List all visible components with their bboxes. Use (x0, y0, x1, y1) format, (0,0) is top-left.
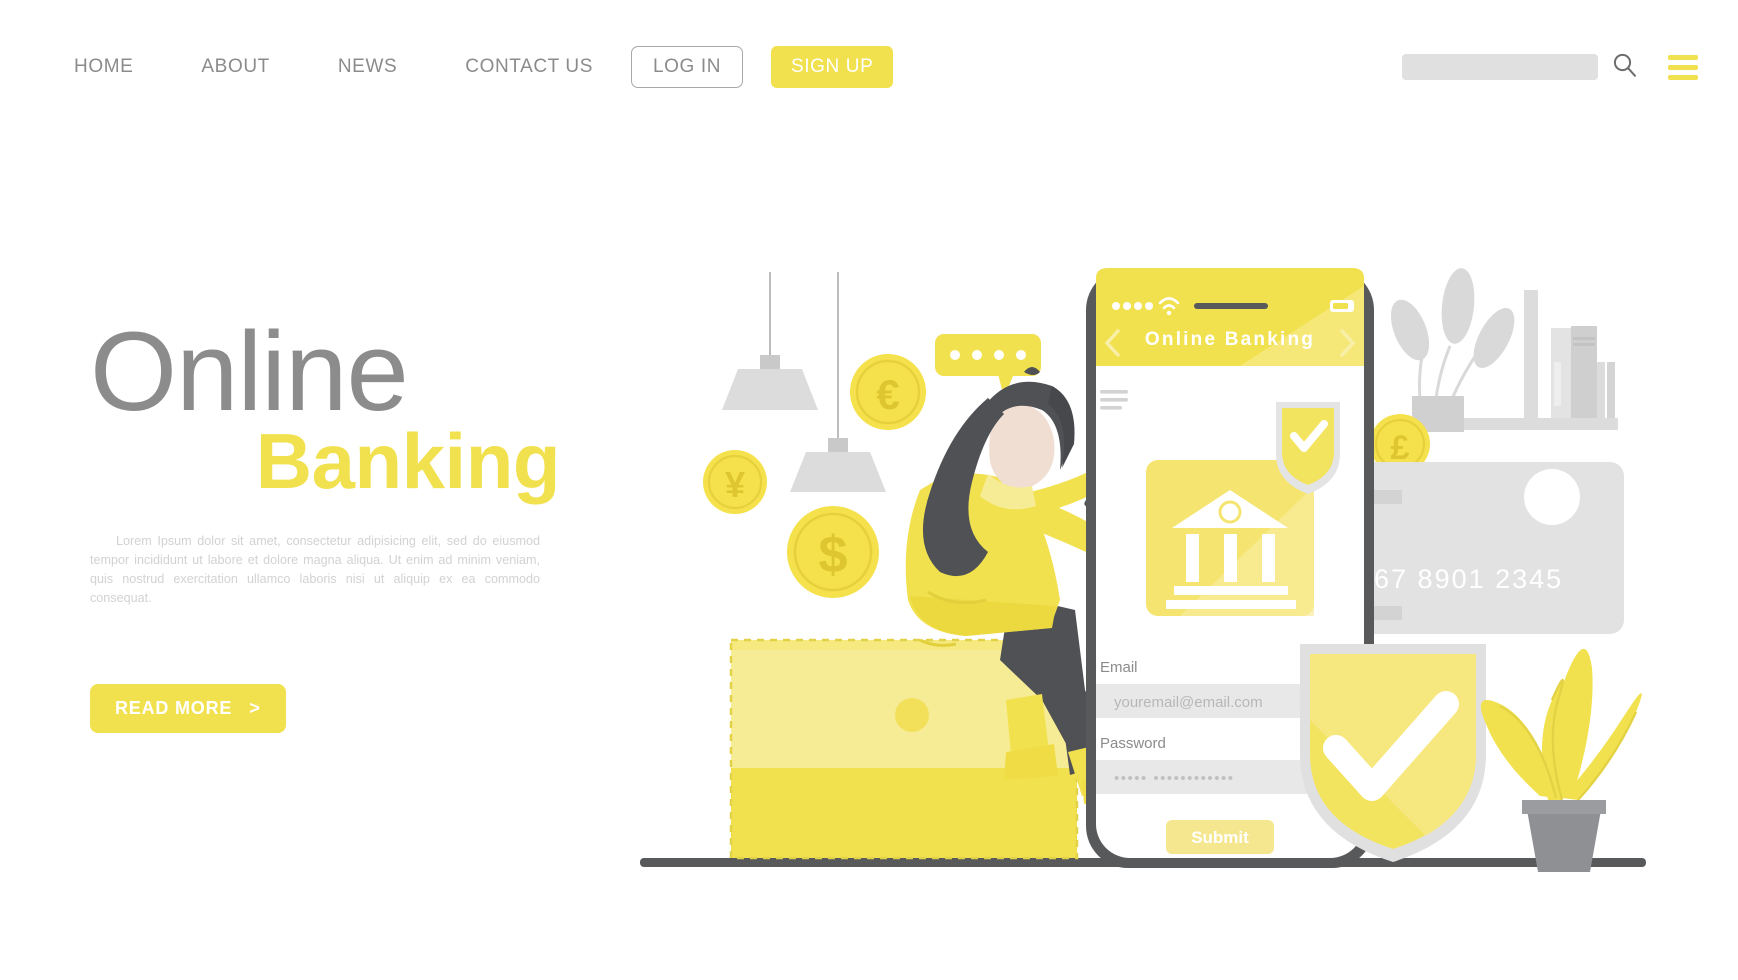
wifi-icon (1158, 297, 1180, 316)
coin-dollar: $ (787, 506, 879, 598)
background-potted-plant-icon (1390, 268, 1515, 432)
potted-plant-icon (1480, 648, 1642, 872)
read-more-label: READ MORE (115, 698, 233, 719)
chevron-right-icon (1340, 329, 1356, 357)
page-title-line1: Online (90, 309, 409, 434)
svg-text:£: £ (1391, 429, 1410, 467)
hero-paragraph: Lorem Ipsum dolor sit amet, consectetur … (90, 533, 540, 605)
woman-illustration (905, 367, 1140, 804)
signup-button[interactable]: SIGN UP (771, 46, 894, 88)
bank-building-icon (1166, 490, 1296, 609)
nav-utilities-group (1402, 52, 1698, 83)
coin-yen: ¥ (703, 450, 767, 514)
nav-link-home[interactable]: HOME (74, 56, 133, 78)
coin-pound: £ (1370, 414, 1430, 474)
credit-card: 567 8901 2345 (1330, 462, 1624, 634)
phone-password-input[interactable] (1096, 760, 1364, 794)
nav-link-contact-us[interactable]: CONTACT US (465, 56, 593, 78)
svg-text:$: $ (819, 526, 848, 584)
chevron-left-icon (1104, 329, 1120, 357)
search-icon[interactable] (1612, 52, 1638, 83)
ground-line (640, 858, 1646, 867)
svg-text:€: € (876, 371, 899, 418)
chevron-right-icon: > (249, 698, 261, 719)
top-navigation-bar: HOME ABOUT NEWS CONTACT US LOG IN SIGN U… (0, 0, 1738, 134)
chat-bubble-icon (935, 334, 1041, 397)
phone-menu-icon (1100, 390, 1128, 410)
credit-card-number: 567 8901 2345 (1357, 564, 1563, 594)
phone-app-title: Online Banking (1145, 329, 1315, 350)
read-more-button[interactable]: READ MORE > (90, 684, 286, 734)
phone-submit-button-hit[interactable] (1166, 820, 1274, 854)
nav-link-about[interactable]: ABOUT (201, 56, 269, 78)
phone-email-label: Email (1100, 659, 1138, 676)
wallet-icon (729, 638, 1079, 860)
phone-email-input[interactable] (1096, 684, 1364, 718)
phone-speaker (1194, 303, 1268, 309)
shield-check-icon (1300, 644, 1486, 862)
phone-password-label: Password (1100, 735, 1166, 752)
coin-euro: € (850, 354, 926, 430)
nav-links-group: HOME ABOUT NEWS CONTACT US LOG IN SIGN U… (74, 46, 894, 88)
search-input[interactable] (1402, 54, 1598, 80)
battery-icon (1330, 300, 1354, 312)
hamburger-menu-icon[interactable] (1668, 54, 1698, 80)
svg-text:¥: ¥ (725, 464, 745, 505)
hero-copy-block: Online Banking Lorem Ipsum dolor sit ame… (90, 309, 561, 734)
nav-link-news[interactable]: NEWS (338, 56, 397, 78)
small-shield-check-icon (1276, 402, 1340, 494)
bookshelf-icon (1420, 290, 1618, 430)
login-button[interactable]: LOG IN (631, 46, 744, 88)
pendant-lamp-icon (722, 272, 886, 492)
